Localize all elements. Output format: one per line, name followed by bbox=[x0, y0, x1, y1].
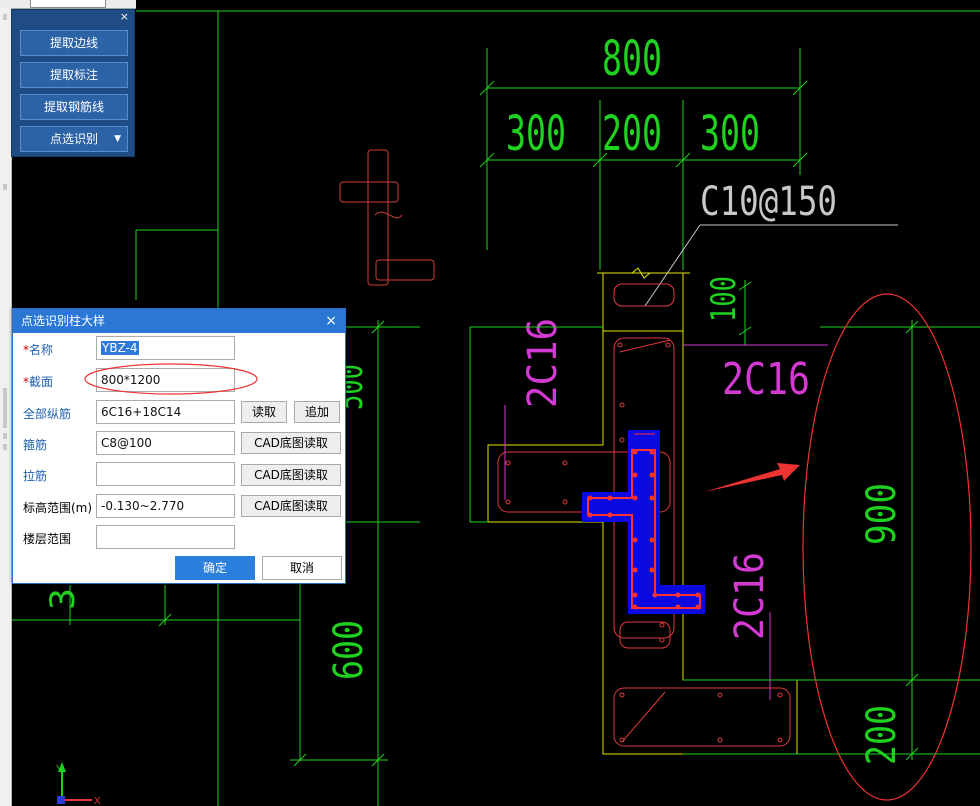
dim-seg1-text: 300 bbox=[506, 106, 566, 162]
name-value: YBZ-4 bbox=[101, 341, 139, 355]
append-button[interactable]: 追加 bbox=[294, 401, 340, 423]
dim-seg2-text: 200 bbox=[602, 106, 662, 162]
elevation-cad-read-button[interactable]: CAD底图读取 bbox=[241, 495, 341, 517]
extract-annotation-button[interactable]: 提取标注 bbox=[20, 62, 128, 88]
dialog-close-icon[interactable]: × bbox=[325, 309, 337, 333]
name-field[interactable]: YBZ-4 bbox=[96, 336, 235, 360]
axis-x-label: X bbox=[94, 796, 101, 806]
elevation-label: 标高范围(m) bbox=[23, 501, 93, 515]
rebar-note-bottom: 2C16 bbox=[727, 552, 773, 640]
tie-label: 拉筋 bbox=[23, 469, 48, 483]
dim-total-text: 800 bbox=[602, 31, 662, 87]
point-recognize-column-dialog: 点选识别柱大样 × *名称 YBZ-4 *截面 800*1200 全部纵筋 6C… bbox=[12, 308, 346, 584]
dim-600-text: 600 bbox=[326, 620, 372, 680]
name-label-text: 名称 bbox=[29, 343, 54, 357]
dialog-title: 点选识别柱大样 bbox=[21, 314, 106, 328]
left-edge-mark bbox=[3, 184, 7, 190]
dim-left-partial2-text: 3 bbox=[43, 588, 83, 610]
left-edge-mark bbox=[3, 433, 7, 439]
floor-range-field[interactable] bbox=[96, 525, 235, 549]
left-edge-scroll[interactable] bbox=[3, 388, 7, 428]
tie-field[interactable] bbox=[96, 462, 235, 486]
extract-rebar-line-button[interactable]: 提取钢筋线 bbox=[20, 94, 128, 120]
annotation-ellipse-section bbox=[84, 363, 258, 395]
host-top-field[interactable] bbox=[30, 0, 106, 8]
small-column-detail bbox=[339, 149, 435, 286]
ok-button[interactable]: 确定 bbox=[175, 556, 255, 580]
dim-900-text: 900 bbox=[859, 483, 905, 545]
floor-range-label: 楼层范围 bbox=[23, 532, 72, 546]
long-rebar-label: 全部纵筋 bbox=[23, 407, 72, 421]
highlighted-column[interactable] bbox=[582, 430, 705, 614]
elevation-field[interactable]: -0.130~2.770 bbox=[96, 494, 235, 518]
read-button[interactable]: 读取 bbox=[241, 401, 287, 423]
host-top-strip bbox=[0, 0, 136, 9]
dim-seg3-text: 300 bbox=[700, 106, 760, 162]
column-cap bbox=[597, 267, 690, 332]
stirrup-leader bbox=[644, 224, 701, 307]
left-edge-mark bbox=[3, 444, 7, 450]
tool-panel-close-icon[interactable]: × bbox=[120, 11, 129, 22]
section-label: *截面 bbox=[23, 373, 53, 390]
dialog-title-bar[interactable]: 点选识别柱大样 × bbox=[13, 309, 345, 333]
stirrup-field[interactable]: C8@100 bbox=[96, 431, 235, 455]
dim-200-text: 200 bbox=[859, 705, 905, 765]
name-label: *名称 bbox=[23, 341, 53, 358]
recognition-tool-panel: × 提取边线 提取标注 提取钢筋线 点选识别 ▼ bbox=[11, 9, 135, 157]
axis-y-label: Y bbox=[56, 764, 63, 775]
annotation-arrow-right bbox=[704, 463, 800, 492]
point-recognize-label: 点选识别 bbox=[49, 132, 98, 146]
rebar-note-right: 2C16 bbox=[722, 354, 810, 405]
section-label-text: 截面 bbox=[29, 375, 54, 389]
stirrup-note-text: C10@150 bbox=[700, 179, 837, 225]
stirrup-cad-read-button[interactable]: CAD底图读取 bbox=[241, 432, 341, 454]
dim-100-text: 100 bbox=[704, 276, 744, 322]
tie-cad-read-button[interactable]: CAD底图读取 bbox=[241, 464, 341, 486]
chevron-down-icon[interactable]: ▼ bbox=[114, 127, 121, 151]
long-rebar-field[interactable]: 6C16+18C14 bbox=[96, 400, 235, 424]
extract-edge-button[interactable]: 提取边线 bbox=[20, 30, 128, 56]
left-edge-mark bbox=[3, 14, 7, 20]
stirrup-label: 箍筋 bbox=[23, 438, 48, 452]
point-recognize-button[interactable]: 点选识别 ▼ bbox=[20, 126, 128, 152]
rebar-note-left: 2C16 bbox=[520, 318, 566, 408]
cancel-button[interactable]: 取消 bbox=[262, 556, 342, 580]
